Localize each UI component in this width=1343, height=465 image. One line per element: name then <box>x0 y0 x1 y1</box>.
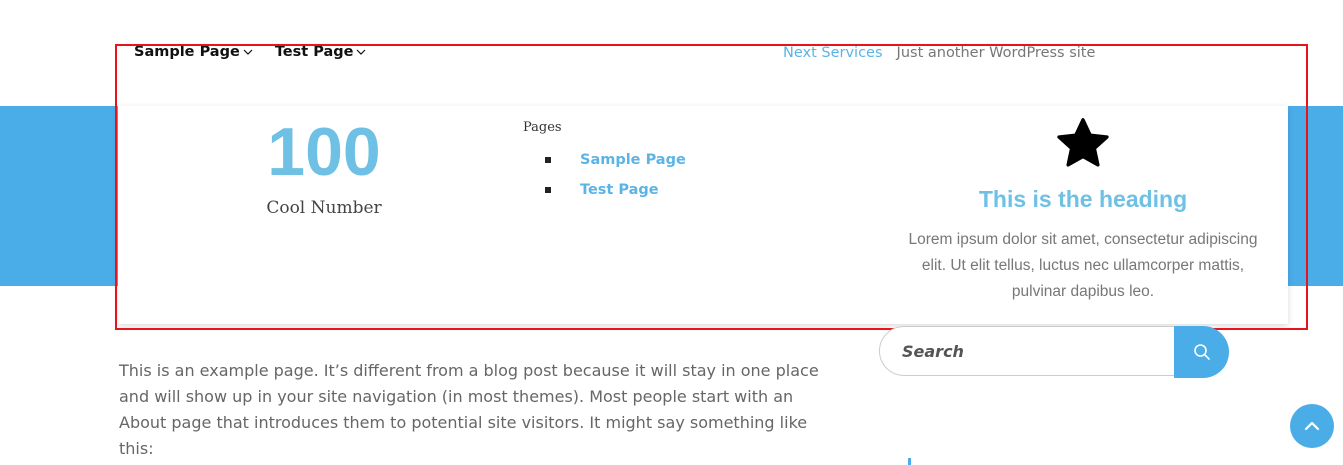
site-title-link[interactable]: Next Services <box>783 45 883 61</box>
sidebar-widget-accent <box>908 458 911 465</box>
pages-widget: Pages Sample Page Test Page <box>523 120 686 205</box>
pages-link-sample-page[interactable]: Sample Page <box>580 152 686 168</box>
counter-number: 100 <box>267 114 381 190</box>
counter-widget: 100 Cool Number <box>264 114 384 218</box>
site-tagline: Just another WordPress site <box>896 45 1096 61</box>
chevron-down-icon <box>243 49 253 55</box>
nav-item-label: Sample Page <box>134 44 240 60</box>
bullet-icon <box>545 157 551 163</box>
pages-list: Sample Page Test Page <box>523 145 686 205</box>
list-item: Sample Page <box>523 145 686 175</box>
pages-widget-title: Pages <box>523 120 562 135</box>
star-icon <box>1057 118 1109 167</box>
header-site-info: Next Services Just another WordPress sit… <box>783 45 1095 61</box>
nav-item-label: Test Page <box>274 44 354 60</box>
search-form <box>879 326 1229 378</box>
search-input[interactable] <box>879 326 1179 376</box>
pages-link-test-page[interactable]: Test Page <box>580 182 659 198</box>
icon-box-text: Lorem ipsum dolor sit amet, consectetur … <box>908 231 1258 300</box>
search-button[interactable] <box>1174 326 1229 378</box>
icon-box-widget: This is the heading Lorem ipsum dolor si… <box>898 116 1268 305</box>
search-icon <box>1193 344 1210 360</box>
counter-label: Cool Number <box>266 198 382 218</box>
nav-item-test-page[interactable]: Test Page <box>275 44 367 60</box>
list-item: Test Page <box>523 175 686 205</box>
chevron-down-icon <box>357 49 366 55</box>
nav-item-sample-page[interactable]: Sample Page <box>134 44 253 60</box>
scroll-to-top-button[interactable] <box>1290 404 1334 448</box>
bullet-icon <box>545 187 551 193</box>
mega-menu-panel: 100 Cool Number Pages Sample Page Test P… <box>118 106 1288 324</box>
chevron-up-icon <box>1304 421 1320 431</box>
main-nav: Sample Page Test Page <box>134 44 366 60</box>
icon-box-heading: This is the heading <box>978 186 1188 212</box>
page-content-paragraph: This is an example page. It’s different … <box>119 361 819 458</box>
